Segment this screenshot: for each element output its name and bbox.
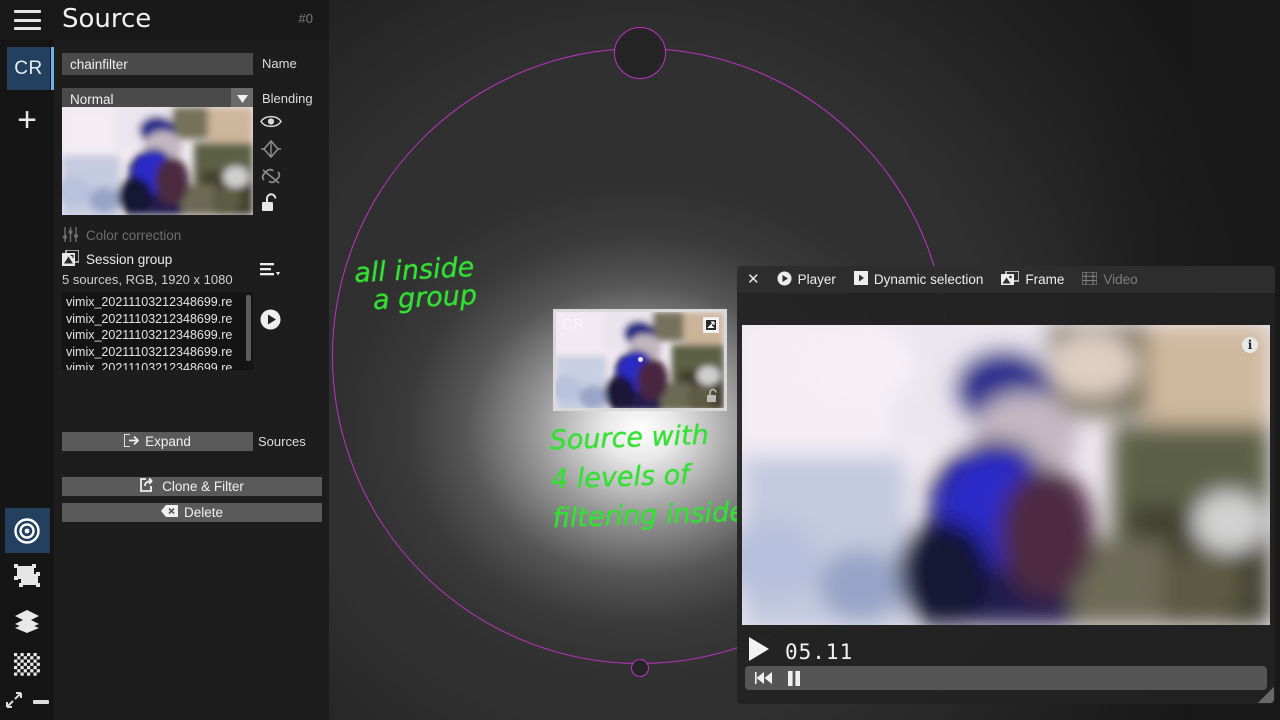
session-group-icon[interactable] [703, 317, 719, 333]
annotation-text-filters: Source with 4 levels of filtering inside [549, 415, 746, 539]
tab-dynamic-selection[interactable]: Dynamic selection [845, 266, 993, 293]
source-thumbnail-preview[interactable] [62, 107, 253, 215]
clone-share-icon [140, 478, 156, 495]
source-index-badge: #0 [299, 11, 313, 26]
page-title: Source [62, 4, 151, 34]
minimize-icon[interactable] [32, 693, 50, 711]
list-item[interactable]: vimix_20211103212348699.re [66, 327, 253, 344]
player-window: ✕ Player Dynamic selection Frame [737, 266, 1275, 704]
canvas-source-thumbnail[interactable]: CR [553, 309, 727, 411]
list-item[interactable]: vimix_20211103212348699.re [66, 360, 253, 370]
delete-x-icon [161, 505, 178, 520]
target-icon[interactable] [5, 508, 50, 553]
add-source-button[interactable]: + [6, 98, 49, 141]
thumbnail-label: CR [562, 316, 585, 333]
blending-field-label: Blending [262, 91, 313, 106]
annotation-text-group: all inside a group [354, 254, 478, 317]
geometry-transform-icon[interactable] [5, 553, 50, 598]
name-field-label: Name [262, 56, 297, 71]
list-item[interactable]: vimix_20211103212348699.re [66, 344, 253, 361]
unlock-padlock-icon [706, 388, 720, 404]
unlock-padlock-icon[interactable] [260, 189, 300, 216]
rail-tab-cr[interactable]: CR [7, 47, 50, 90]
player-title-bar[interactable]: ✕ Player Dynamic selection Frame [737, 266, 1275, 293]
rewind-icon[interactable] [755, 671, 773, 685]
tab-label: Frame [1025, 272, 1064, 287]
filter-label: Session group [86, 252, 172, 267]
filter-row-color-correction[interactable]: Color correction [62, 226, 253, 245]
tab-frame[interactable]: Frame [992, 266, 1073, 293]
selection-handle-bottom[interactable] [631, 659, 649, 677]
player-resize-grip[interactable] [1258, 687, 1274, 703]
source-panel-header: Source #0 [0, 0, 329, 40]
timecode-display: 05.11 [785, 640, 853, 664]
source-info-line: 5 sources, RGB, 1920 x 1080 [62, 272, 282, 287]
play-triangle-icon[interactable] [747, 636, 771, 667]
center-dot-indicator [638, 357, 643, 362]
preview-image [62, 107, 253, 215]
frame-images-icon [1001, 271, 1019, 289]
rail-bottom-icons [0, 508, 54, 720]
video-preview[interactable]: i [742, 325, 1270, 625]
delete-button-label: Delete [184, 505, 223, 520]
sources-field-label: Sources [258, 434, 306, 449]
name-field-row: Name [62, 53, 329, 75]
filter-label: Color correction [86, 228, 181, 243]
tab-player[interactable]: Player [768, 266, 845, 293]
app-root: CR all inside a group Source with 4 leve… [0, 0, 1280, 720]
play-square-icon [854, 271, 868, 288]
expand-arrows-icon[interactable] [5, 691, 23, 714]
texture-checker-icon[interactable] [5, 643, 50, 688]
sliders-icon [62, 227, 79, 245]
source-name-input[interactable] [62, 53, 253, 75]
film-strip-icon [1082, 272, 1097, 288]
hamburger-menu-icon[interactable] [14, 10, 41, 30]
sources-list-scrollbar[interactable] [246, 295, 251, 361]
clone-filter-button[interactable]: Clone & Filter [62, 477, 322, 496]
left-rail: CR + [0, 40, 54, 720]
play-circle-icon[interactable] [260, 309, 281, 335]
delete-button[interactable]: Delete [62, 503, 322, 522]
player-control-bar[interactable] [745, 666, 1267, 690]
expand-out-icon [124, 434, 139, 450]
filter-row-session-group[interactable]: Session group [62, 250, 253, 269]
player-transport: 05.11 [747, 636, 853, 667]
expand-button[interactable]: Expand [62, 432, 253, 451]
pause-icon[interactable] [787, 671, 801, 686]
close-icon[interactable]: ✕ [747, 272, 768, 287]
list-item[interactable]: vimix_20211103212348699.re [66, 294, 253, 311]
selection-handle-top[interactable] [614, 27, 666, 79]
tab-video[interactable]: Video [1073, 266, 1146, 293]
tab-label: Video [1103, 272, 1137, 287]
sources-list[interactable]: vimix_20211103212348699.re vimix_2021110… [62, 292, 253, 370]
mirror-symmetry-icon[interactable] [260, 135, 300, 162]
source-panel: Source #0 CR + [0, 0, 329, 720]
unlink-icon[interactable] [260, 162, 300, 189]
blending-value: Normal [70, 92, 114, 107]
video-frame-image [742, 325, 1270, 625]
source-side-icons [260, 108, 300, 216]
list-item[interactable]: vimix_20211103212348699.re [66, 311, 253, 328]
clone-filter-label: Clone & Filter [162, 479, 244, 494]
play-circle-icon [777, 271, 792, 289]
layers-icon[interactable] [5, 598, 50, 643]
tab-label: Player [798, 272, 836, 287]
tab-label: Dynamic selection [874, 272, 984, 287]
rail-mini-controls [0, 688, 54, 716]
eye-visible-icon[interactable] [260, 108, 300, 135]
expand-button-label: Expand [145, 434, 191, 449]
info-icon[interactable]: i [1242, 337, 1258, 353]
session-group-icon [62, 250, 79, 269]
source-panel-body: Name Normal Blending [54, 40, 329, 720]
